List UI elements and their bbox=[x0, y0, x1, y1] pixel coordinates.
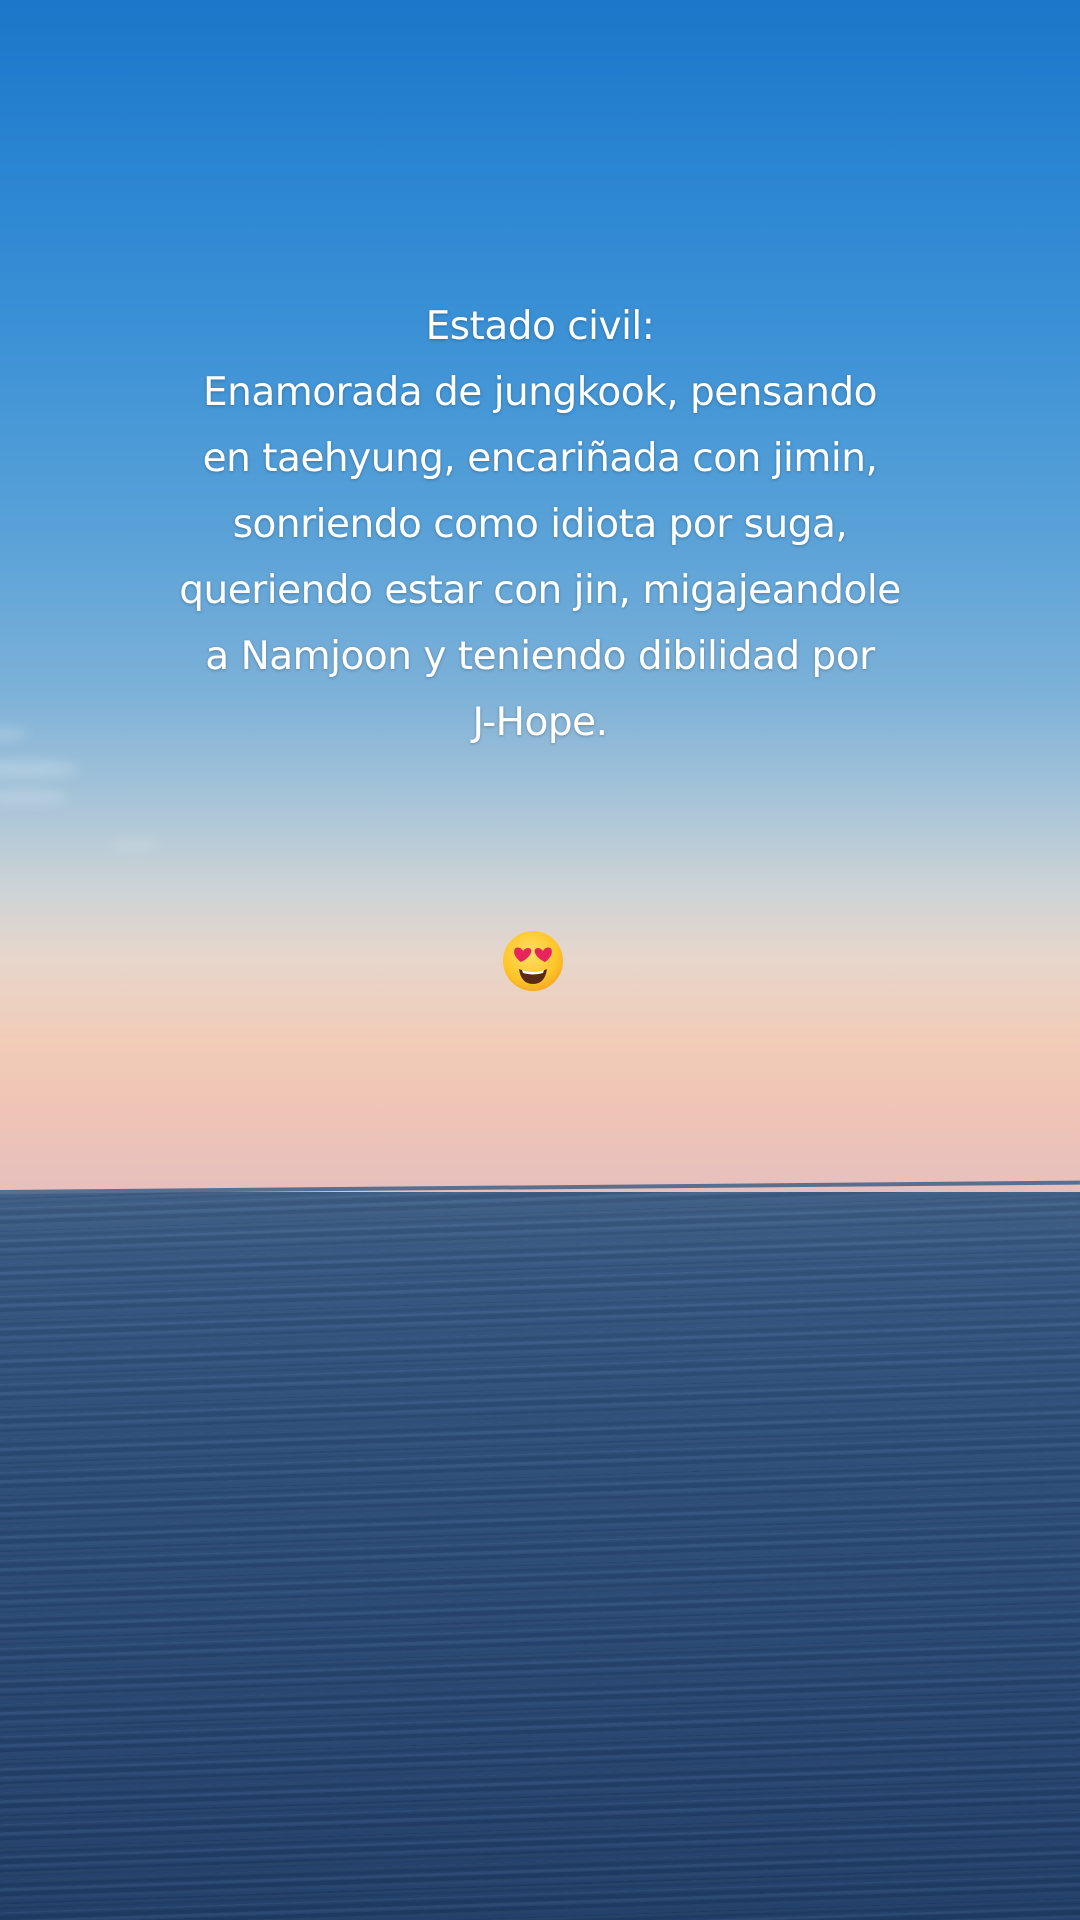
caption-line: sonriendo como idiota por suga, bbox=[232, 502, 848, 547]
caption-line: a Namjoon y teniendo dibilidad por bbox=[205, 634, 875, 679]
caption-line: Enamorada de jungkook, pensando bbox=[202, 370, 878, 415]
caption-line: J-Hope. bbox=[472, 700, 608, 745]
overlay-caption: Estado civil: Enamorada de jungkook, pen… bbox=[150, 294, 930, 756]
wispy-cloud bbox=[110, 840, 160, 848]
ocean-surface bbox=[0, 1192, 1080, 1920]
caption-line: queriendo estar con jin, migajeandole bbox=[179, 568, 901, 613]
wispy-cloud bbox=[0, 760, 80, 778]
video-frame: Estado civil: Enamorada de jungkook, pen… bbox=[0, 0, 1080, 1920]
wispy-cloud bbox=[0, 728, 30, 740]
heart-eyes-emoji-icon bbox=[503, 931, 563, 991]
caption-line: Estado civil: bbox=[425, 304, 655, 349]
wispy-cloud bbox=[0, 790, 70, 804]
caption-line: en taehyung, encariñada con jimin, bbox=[202, 436, 878, 481]
